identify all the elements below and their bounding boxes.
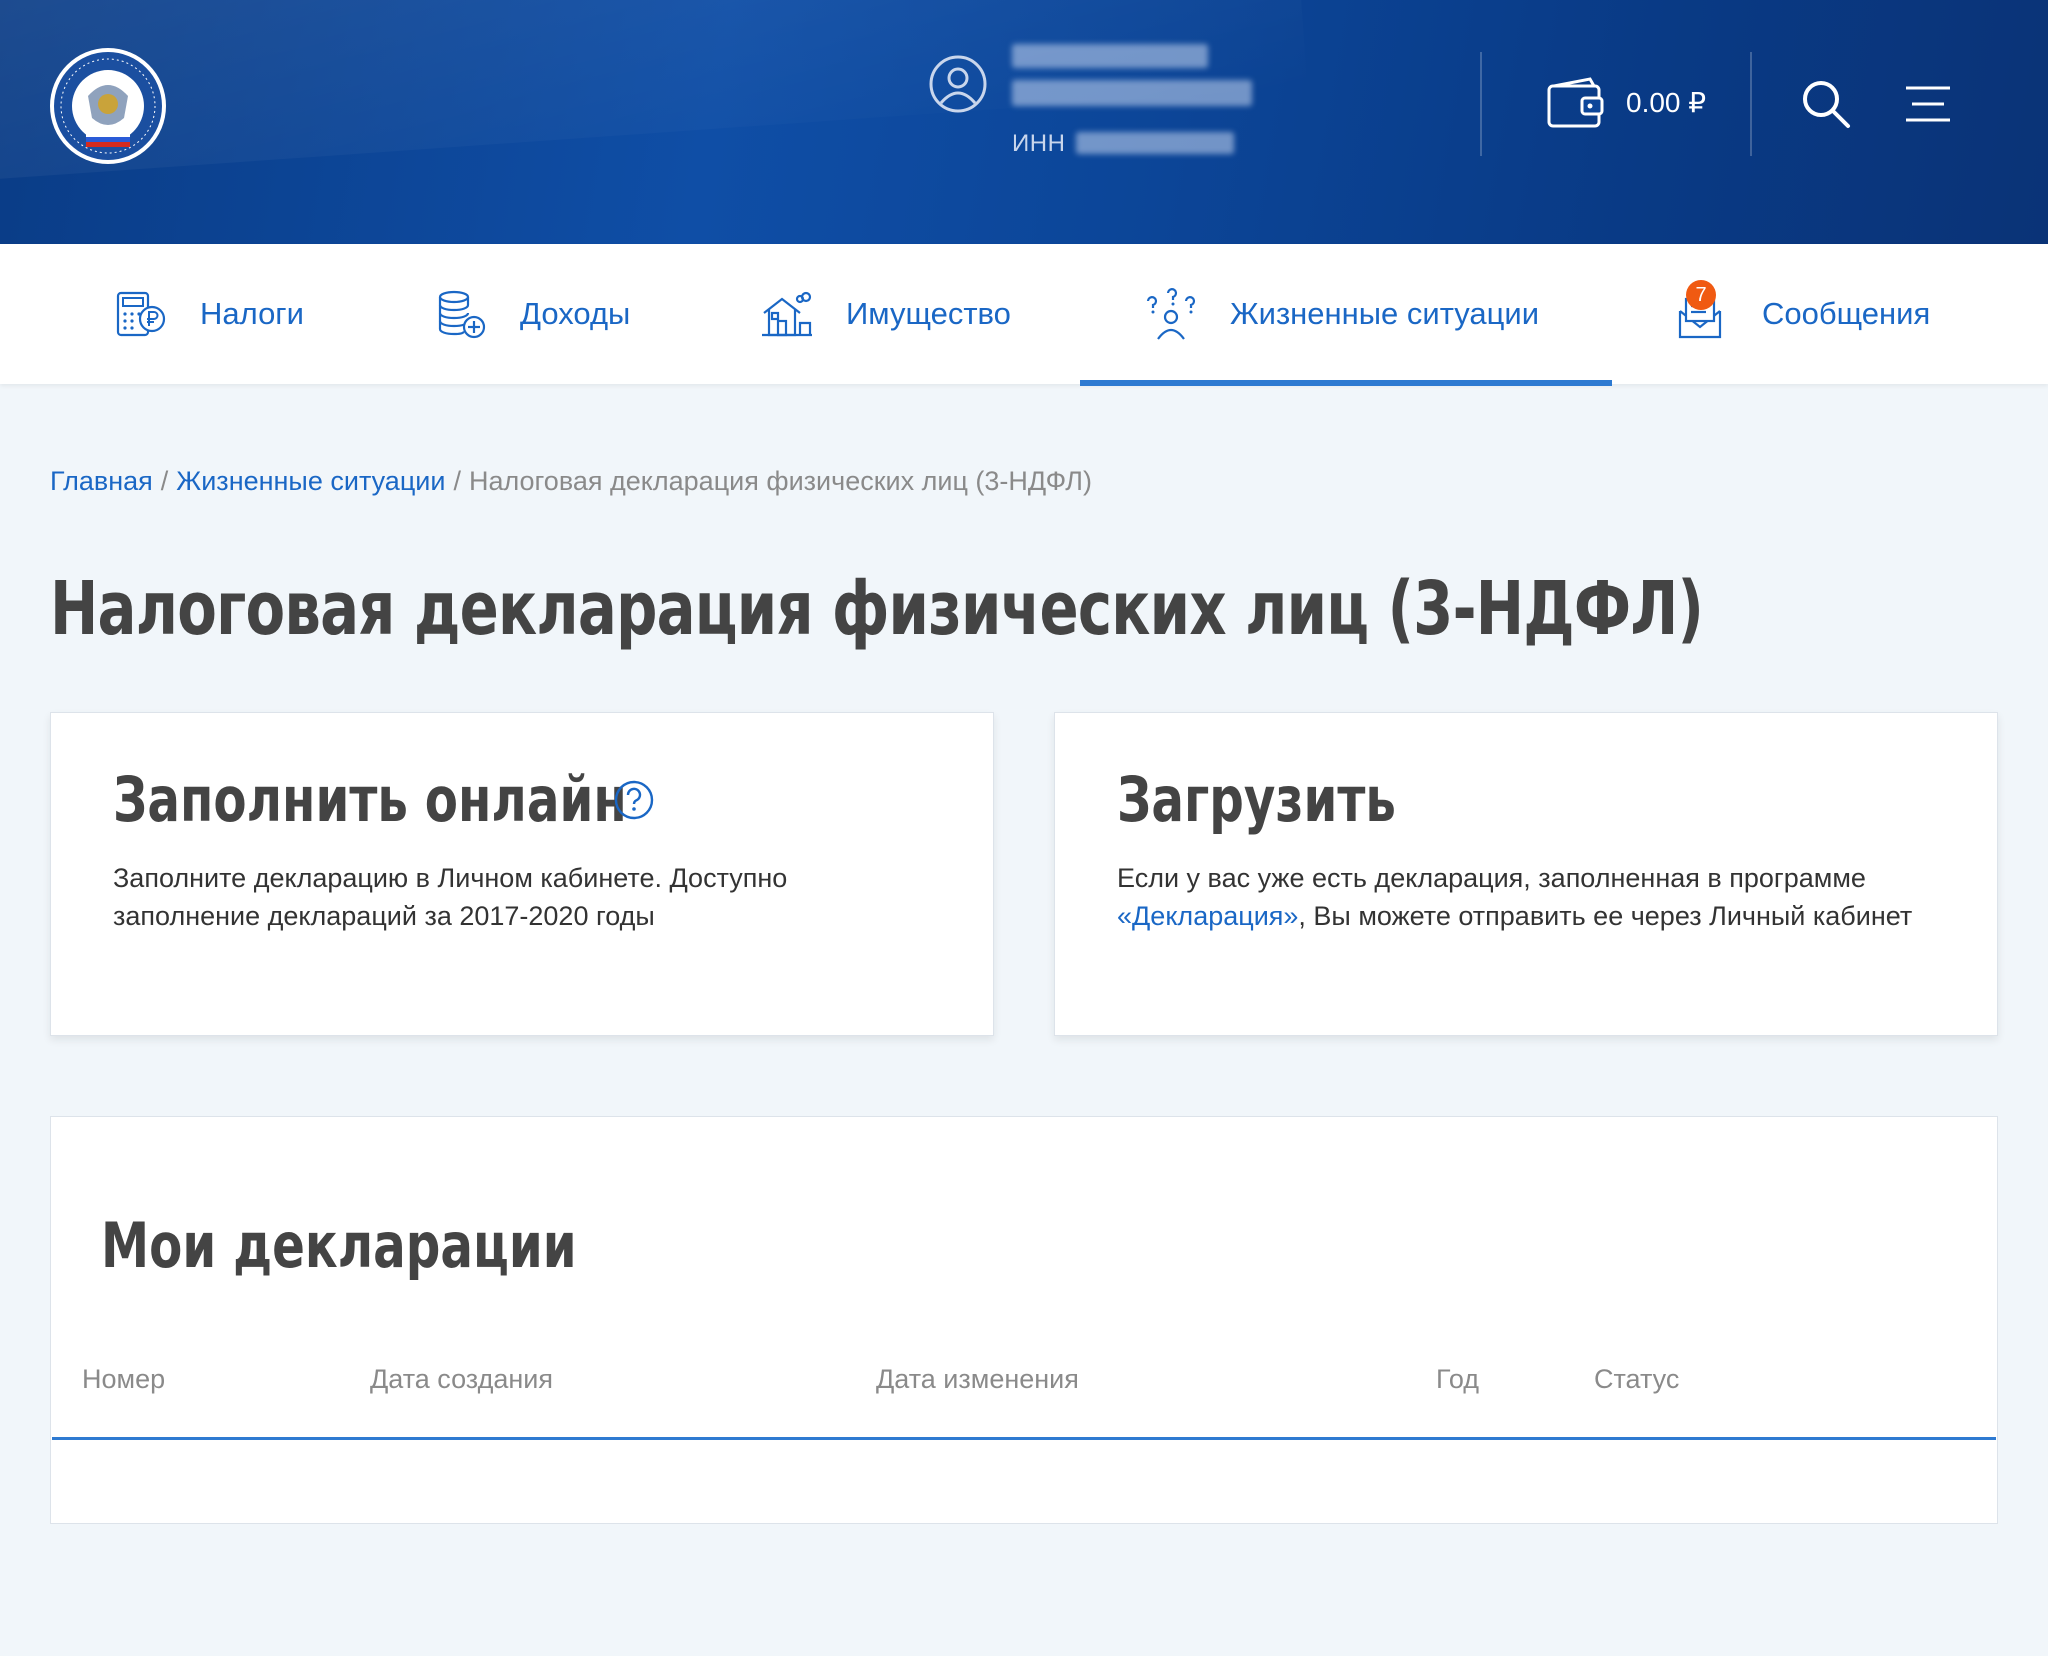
header-divider	[1480, 52, 1482, 156]
nav-item-property[interactable]: Имущество	[760, 244, 1011, 384]
breadcrumb-section-link[interactable]: Жизненные ситуации	[176, 466, 445, 496]
header-divider-2	[1750, 52, 1752, 156]
user-icon[interactable]	[928, 54, 988, 114]
fill-online-title: Заполнить онлайн	[113, 763, 627, 836]
upload-title: Загрузить	[1117, 763, 1396, 836]
inn-label: ИНН	[1012, 130, 1066, 157]
fns-emblem-logo[interactable]	[48, 46, 168, 166]
upload-text-after: , Вы можете отправить ее через Личный ка…	[1298, 901, 1913, 931]
user-name-redacted	[1012, 44, 1208, 68]
hamburger-menu-icon[interactable]	[1904, 84, 1952, 124]
page-title: Налоговая декларация физических лиц (3-Н…	[50, 566, 1704, 652]
house-icon	[762, 291, 812, 337]
nav-label-messages: Сообщения	[1762, 296, 1931, 331]
nav-active-indicator	[1080, 380, 1612, 386]
question-help-icon[interactable]	[613, 779, 655, 821]
wallet-icon[interactable]	[1546, 76, 1606, 132]
breadcrumb-home-link[interactable]: Главная	[50, 466, 153, 496]
column-header-number[interactable]: Номер	[82, 1364, 165, 1395]
breadcrumb-separator: /	[160, 466, 169, 496]
site-header: ИНН 0.00 ₽	[0, 0, 2048, 244]
nav-label-taxes: Налоги	[200, 296, 304, 331]
column-header-year[interactable]: Год	[1436, 1364, 1479, 1395]
nav-label-life-situations: Жизненные ситуации	[1230, 296, 1540, 331]
nav-item-taxes[interactable]: Налоги	[114, 244, 304, 384]
inn-value-redacted	[1076, 132, 1234, 154]
my-declarations-title: Мои декларации	[101, 1209, 577, 1282]
nav-item-life-situations[interactable]: Жизненные ситуации	[1144, 244, 1539, 384]
search-icon[interactable]	[1800, 78, 1852, 130]
column-header-status[interactable]: Статус	[1594, 1364, 1679, 1395]
messages-count-badge: 7	[1686, 280, 1716, 310]
nav-item-messages[interactable]: Сообщения	[1676, 244, 1930, 384]
upload-description: Если у вас уже есть декларация, заполнен…	[1117, 859, 1917, 935]
fill-online-description: Заполните декларацию в Личном кабинете. …	[113, 863, 788, 931]
main-nav: Налоги Доходы Имущество Жизненные ситуац…	[0, 244, 2048, 386]
upload-card[interactable]: Загрузить Если у вас уже есть декларация…	[1054, 712, 1998, 1036]
column-header-modified[interactable]: Дата изменения	[876, 1364, 1079, 1395]
calculator-ruble-icon	[116, 291, 166, 337]
user-name-redacted-line2	[1012, 80, 1252, 106]
breadcrumb: Главная / Жизненные ситуации / Налоговая дек…	[50, 466, 1092, 497]
my-declarations-panel: Мои декларации	[50, 1116, 1998, 1524]
nav-label-property: Имущество	[846, 296, 1011, 331]
nav-item-income[interactable]: Доходы	[434, 244, 630, 384]
breadcrumb-separator: /	[453, 466, 461, 496]
upload-text-before: Если у вас уже есть декларация, заполнен…	[1117, 863, 1866, 893]
balance-amount[interactable]: 0.00 ₽	[1626, 86, 1706, 119]
declaration-program-link[interactable]: «Декларация»	[1117, 901, 1298, 931]
coins-plus-icon	[438, 290, 486, 339]
breadcrumb-current: Налоговая декларация физических лиц (3-Н…	[468, 466, 1092, 496]
fill-online-card[interactable]: Заполнить онлайн Заполните декларацию в …	[50, 712, 994, 1036]
nav-label-income: Доходы	[520, 296, 631, 331]
column-header-created[interactable]: Дата создания	[370, 1364, 553, 1395]
table-header-divider	[52, 1437, 1996, 1440]
person-questions-icon	[1146, 288, 1196, 340]
